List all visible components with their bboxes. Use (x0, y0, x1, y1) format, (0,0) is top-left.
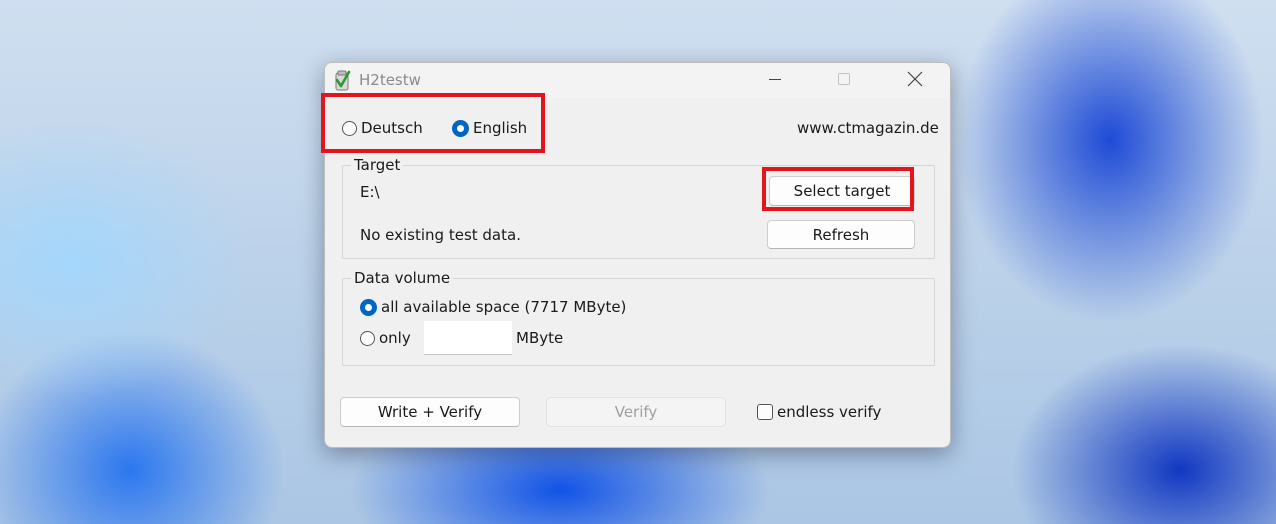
radio-unselected-icon (360, 330, 375, 346)
h2testw-window: H2testw Deutsch English www.ctmagazin.de (324, 62, 951, 448)
radio-selected-icon (452, 119, 469, 137)
website-label: www.ctmagazin.de (797, 119, 939, 137)
only-label: only (379, 329, 411, 347)
target-path: E:\ (360, 183, 380, 201)
write-verify-button[interactable]: Write + Verify (340, 397, 520, 427)
window-title: H2testw (359, 71, 421, 89)
target-status: No existing test data. (360, 226, 521, 244)
radio-selected-icon (360, 298, 377, 316)
close-button[interactable] (892, 63, 938, 95)
close-icon (907, 71, 923, 87)
language-label-deutsch: Deutsch (361, 119, 423, 137)
language-radio-deutsch[interactable]: Deutsch (342, 119, 423, 137)
select-target-button[interactable]: Select target (769, 176, 915, 206)
verify-button[interactable]: Verify (546, 397, 726, 427)
minimize-icon (769, 79, 781, 80)
title-bar[interactable]: H2testw (325, 63, 950, 99)
all-available-space-label: all available space (7717 MByte) (381, 298, 627, 316)
language-radio-english[interactable]: English (452, 119, 527, 137)
data-volume-group-label: Data volume (351, 269, 454, 287)
endless-verify-label: endless verify (777, 403, 882, 421)
all-available-space-radio[interactable]: all available space (7717 MByte) (360, 298, 626, 316)
language-label-english: English (473, 119, 528, 137)
minimize-button[interactable] (752, 63, 798, 95)
target-group-label: Target (351, 156, 404, 174)
endless-verify-checkbox[interactable]: endless verify (757, 403, 881, 421)
only-radio[interactable]: only (360, 329, 411, 347)
app-icon (335, 70, 351, 91)
maximize-icon (838, 73, 850, 85)
radio-unselected-icon (342, 120, 357, 136)
maximize-button[interactable] (821, 63, 867, 95)
mbyte-unit-label: MByte (516, 329, 564, 347)
mbyte-input[interactable] (424, 321, 512, 355)
refresh-button[interactable]: Refresh (767, 220, 915, 249)
checkbox-unchecked-icon (757, 404, 773, 420)
